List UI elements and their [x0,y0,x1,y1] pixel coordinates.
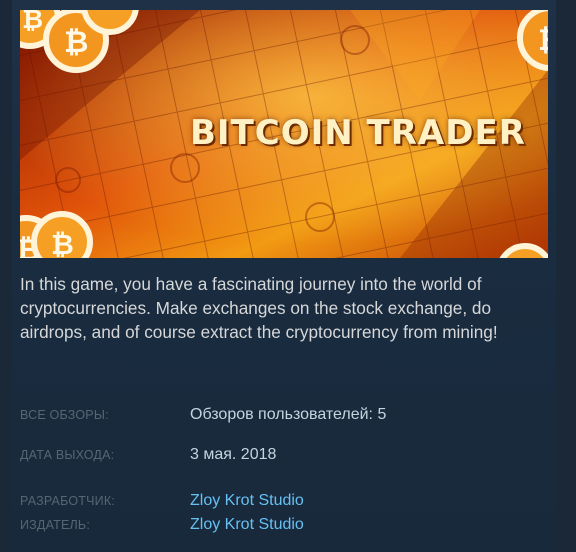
release-date-label: ДАТА ВЫХОДА: [20,448,115,462]
reviews-label: ВСЕ ОБЗОРЫ: [20,408,109,422]
reviews-summary[interactable]: Обзоров пользователей: 5 [190,406,386,424]
reviews-row: ВСЕ ОБЗОРЫ: Обзоров пользователей: 5 [20,406,540,428]
svg-text:₿: ₿ [51,228,74,258]
game-meta: ВСЕ ОБЗОРЫ: Обзоров пользователей: 5 ДАТ… [20,402,540,548]
steam-game-panel: ₿ ₿ ₿ ₿ ₿ [0,0,576,552]
svg-text:₿: ₿ [22,10,43,35]
publisher-row: ИЗДАТЕЛЬ: Zloy Krot Studio [20,516,540,538]
publisher-label: ИЗДАТЕЛЬ: [20,518,91,532]
release-date-row: ДАТА ВЫХОДА: 3 мая. 2018 [20,446,540,468]
svg-text:₿: ₿ [538,23,548,58]
publisher-link[interactable]: Zloy Krot Studio [190,516,304,534]
developer-label: РАЗРАБОТЧИК: [20,494,115,508]
svg-text:₿: ₿ [64,25,88,60]
game-description: In this game, you have a fascinating jou… [20,274,498,342]
release-date-value: 3 мая. 2018 [190,446,277,463]
game-logo-title: BITCOIN TRADER [190,113,526,153]
developer-row: РАЗРАБОТЧИК: Zloy Krot Studio [20,492,540,514]
developer-link[interactable]: Zloy Krot Studio [190,492,304,510]
game-header-image[interactable]: ₿ ₿ ₿ ₿ ₿ [20,10,548,258]
bitcoin-coin-icon: ₿ [31,211,93,258]
